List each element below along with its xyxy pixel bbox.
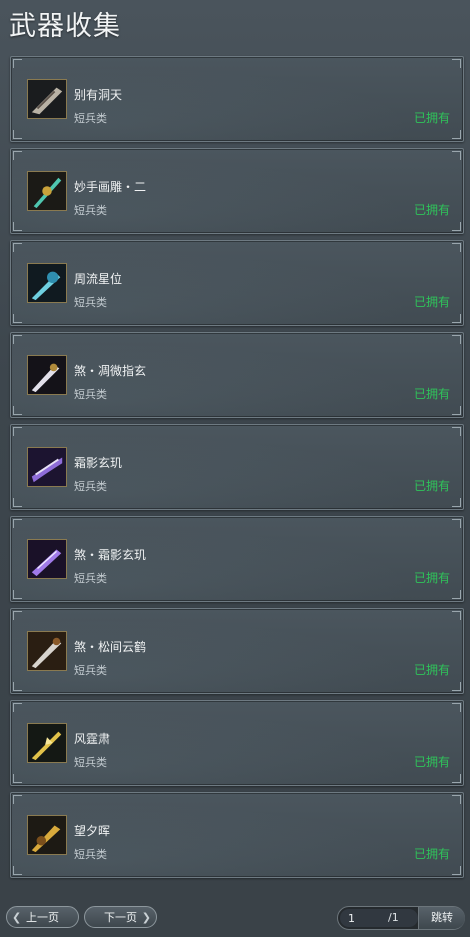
owned-status: 已拥有 [413, 295, 450, 309]
corner-ornament [452, 774, 461, 783]
corner-ornament [452, 866, 461, 875]
corner-ornament [13, 682, 22, 691]
owned-status: 已拥有 [413, 571, 450, 585]
weapon-card[interactable]: 霜影玄玑 短兵类 已拥有 [10, 424, 464, 510]
corner-ornament [13, 243, 22, 252]
page-title: 武器收集 [9, 11, 121, 42]
corner-ornament [13, 703, 22, 712]
chevron-right-icon: ❯ [141, 911, 151, 924]
weapon-name: 煞・霜影玄玑 [74, 548, 147, 562]
owned-status: 已拥有 [413, 111, 450, 125]
corner-ornament [13, 335, 22, 344]
corner-ornament [452, 222, 461, 231]
corner-ornament [452, 498, 461, 507]
corner-ornament [452, 682, 461, 691]
corner-ornament [452, 519, 461, 528]
weapon-card[interactable]: 煞・松间云鹤 短兵类 已拥有 [10, 608, 464, 694]
weapon-icon[interactable] [27, 447, 67, 487]
weapon-list: 别有洞天 短兵类 已拥有 妙手画雕・二 短兵类 已拥有 周流星位 短兵类 已拥有 [10, 56, 464, 884]
weapon-icon[interactable] [27, 79, 67, 119]
corner-ornament [13, 314, 22, 323]
prev-page-label: 上一页 [26, 911, 59, 924]
weapon-icon[interactable] [27, 263, 67, 303]
weapon-category: 短兵类 [74, 480, 107, 493]
weapon-name: 望夕晖 [74, 824, 111, 838]
corner-ornament [452, 406, 461, 415]
corner-ornament [13, 406, 22, 415]
weapon-card[interactable]: 别有洞天 短兵类 已拥有 [10, 56, 464, 142]
jump-button[interactable]: 跳转 [418, 907, 465, 929]
weapon-icon[interactable] [27, 171, 67, 211]
next-page-label: 下一页 [104, 911, 137, 924]
corner-ornament [13, 611, 22, 620]
weapon-name: 煞・凋微指玄 [74, 364, 147, 378]
corner-ornament [452, 314, 461, 323]
corner-ornament [13, 130, 22, 139]
corner-ornament [452, 151, 461, 160]
weapon-icon[interactable] [27, 631, 67, 671]
weapon-card[interactable]: 周流星位 短兵类 已拥有 [10, 240, 464, 326]
corner-ornament [452, 335, 461, 344]
weapon-name: 别有洞天 [74, 88, 123, 102]
weapon-icon[interactable] [27, 815, 67, 855]
corner-ornament [13, 866, 22, 875]
corner-ornament [13, 151, 22, 160]
owned-status: 已拥有 [413, 387, 450, 401]
weapon-category: 短兵类 [74, 388, 107, 401]
chevron-left-icon: ❮ [12, 911, 22, 924]
corner-ornament [13, 222, 22, 231]
page-number-input[interactable] [340, 909, 418, 927]
weapon-name: 周流星位 [74, 272, 123, 286]
owned-status: 已拥有 [413, 663, 450, 677]
corner-ornament [452, 243, 461, 252]
weapon-card[interactable]: 妙手画雕・二 短兵类 已拥有 [10, 148, 464, 234]
weapon-icon[interactable] [27, 723, 67, 763]
corner-ornament [13, 498, 22, 507]
corner-ornament [13, 427, 22, 436]
corner-ornament [13, 795, 22, 804]
weapon-category: 短兵类 [74, 572, 107, 585]
weapon-card[interactable]: 煞・霜影玄玑 短兵类 已拥有 [10, 516, 464, 602]
weapon-icon[interactable] [27, 355, 67, 395]
owned-status: 已拥有 [413, 203, 450, 217]
weapon-category: 短兵类 [74, 664, 107, 677]
corner-ornament [452, 427, 461, 436]
weapon-name: 霜影玄玑 [74, 456, 123, 470]
weapon-category: 短兵类 [74, 112, 107, 125]
corner-ornament [452, 795, 461, 804]
corner-ornament [452, 611, 461, 620]
corner-ornament [13, 59, 22, 68]
weapon-name: 妙手画雕・二 [74, 180, 147, 194]
corner-ornament [452, 59, 461, 68]
weapon-card[interactable]: 煞・凋微指玄 短兵类 已拥有 [10, 332, 464, 418]
weapon-category: 短兵类 [74, 296, 107, 309]
weapon-category: 短兵类 [74, 848, 107, 861]
corner-ornament [13, 774, 22, 783]
corner-ornament [452, 590, 461, 599]
weapon-name: 煞・松间云鹤 [74, 640, 147, 654]
weapon-category: 短兵类 [74, 204, 107, 217]
corner-ornament [13, 519, 22, 528]
page-jump-box: /1 跳转 [337, 906, 465, 930]
next-page-button[interactable]: 下一页 ❯ [84, 906, 157, 928]
total-pages: /1 [388, 911, 399, 924]
owned-status: 已拥有 [413, 479, 450, 493]
weapon-name: 风霆肃 [74, 732, 111, 746]
weapon-card[interactable]: 望夕晖 短兵类 已拥有 [10, 792, 464, 878]
prev-page-button[interactable]: ❮ 上一页 [6, 906, 79, 928]
pagination: ❮ 上一页 下一页 ❯ /1 跳转 [0, 904, 470, 932]
weapon-category: 短兵类 [74, 756, 107, 769]
weapon-icon[interactable] [27, 539, 67, 579]
corner-ornament [452, 130, 461, 139]
corner-ornament [452, 703, 461, 712]
weapon-card[interactable]: 风霆肃 短兵类 已拥有 [10, 700, 464, 786]
owned-status: 已拥有 [413, 847, 450, 861]
owned-status: 已拥有 [413, 755, 450, 769]
corner-ornament [13, 590, 22, 599]
